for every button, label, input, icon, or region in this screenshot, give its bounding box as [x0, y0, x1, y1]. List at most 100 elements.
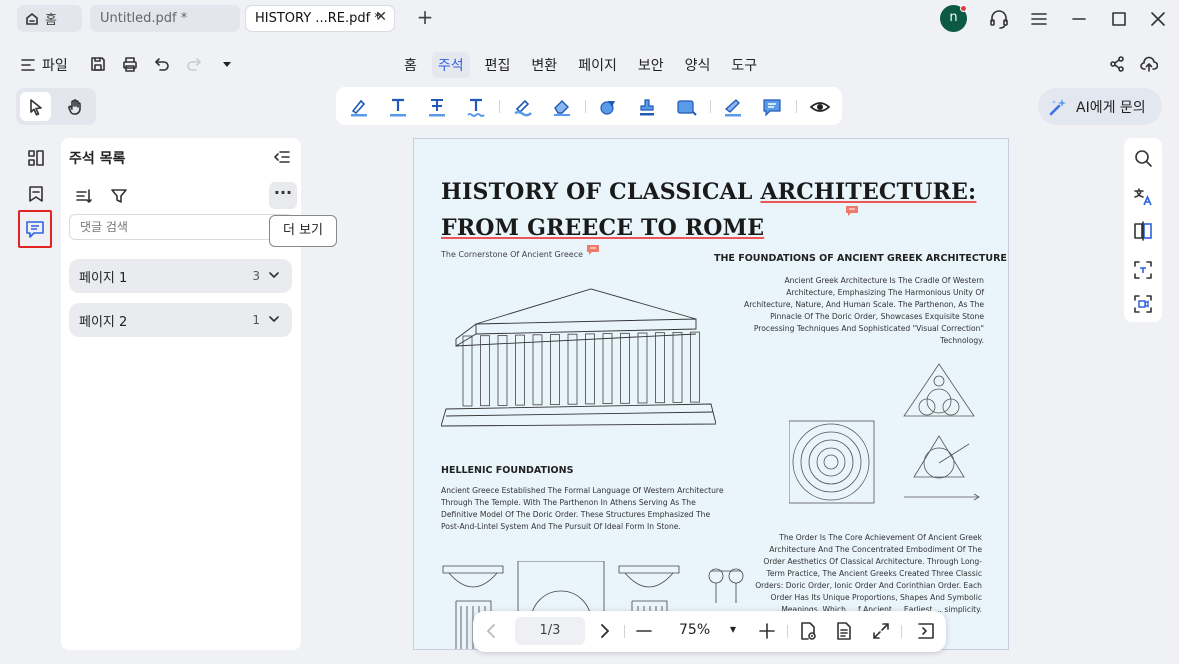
parthenon-column	[602, 333, 613, 404]
hand-icon	[67, 98, 81, 115]
next-page-icon[interactable]	[594, 621, 614, 641]
new-tab-button[interactable]: +	[415, 7, 435, 29]
select-tool-button[interactable]	[20, 92, 51, 121]
comment-marker-icon[interactable]	[586, 244, 600, 256]
text-underline-icon[interactable]	[426, 96, 448, 118]
ask-ai-label: AI에게 문의	[1076, 99, 1146, 116]
ribbon-tab-page[interactable]: 페이지	[572, 52, 623, 78]
search-comments-input[interactable]	[69, 214, 293, 240]
ribbon-tab-annotate[interactable]: 주석	[431, 52, 470, 78]
hamburger-menu-icon[interactable]	[1028, 8, 1050, 30]
compare-documents-icon[interactable]	[1133, 221, 1153, 241]
tab-home-label: 홈	[45, 13, 57, 28]
parthenon-column	[690, 331, 700, 403]
previous-page-icon[interactable]	[482, 621, 502, 641]
highlight-icon[interactable]	[348, 96, 370, 118]
shapes-icon[interactable]	[597, 96, 619, 118]
ribbon-tab-form[interactable]: 양식	[679, 52, 717, 78]
chevron-down-icon	[269, 316, 279, 322]
minimize-icon[interactable]	[1068, 8, 1090, 30]
ocr-scan-icon[interactable]	[1133, 260, 1153, 280]
parthenon-illustration	[441, 288, 716, 427]
attachment-area-icon[interactable]	[675, 96, 697, 118]
nav-divider	[624, 625, 625, 638]
eraser-icon[interactable]	[551, 96, 573, 118]
comment-note-icon[interactable]	[761, 96, 783, 118]
text-strikeout-icon[interactable]	[387, 96, 409, 118]
section-body: Ancient Greece Established The Formal La…	[441, 486, 724, 531]
zoom-out-icon[interactable]	[634, 621, 654, 641]
hand-tool-button[interactable]	[59, 92, 90, 121]
title-part: HISTORY OF CLASSICAL	[441, 179, 761, 205]
ribbon-tab-tools[interactable]: 도구	[725, 52, 763, 78]
text-squiggly-icon[interactable]	[465, 96, 487, 118]
headset-support-icon[interactable]	[988, 8, 1010, 30]
annotation-toolbar	[336, 87, 842, 125]
section-body: Ancient Greek Architecture Is The Cradle…	[744, 276, 984, 345]
tab-home[interactable]: 홈	[17, 5, 82, 32]
comments-panel-button[interactable]	[18, 210, 52, 248]
title-bar: 홈 Untitled.pdf * HISTORY ...RE.pdf * ✕ +…	[0, 0, 1179, 38]
ask-ai-button[interactable]: AI에게 문의	[1038, 88, 1162, 125]
quick-access-dropdown-icon[interactable]	[218, 55, 236, 73]
file-menu-button[interactable]: 파일	[20, 55, 68, 75]
parthenon-column	[585, 333, 595, 405]
maximize-icon[interactable]	[1108, 8, 1130, 30]
right-sidebar-rail	[1124, 138, 1162, 322]
close-tab-icon[interactable]: ✕	[375, 9, 387, 25]
page-group-label: 페이지 2	[79, 314, 128, 330]
document-page[interactable]: HISTORY OF CLASSICAL ARCHITECTURE: FROM …	[413, 138, 1009, 650]
more-options-tooltip: 더 보기	[269, 215, 337, 247]
collapse-navbar-icon[interactable]	[916, 621, 936, 641]
left-sidebar-rail	[17, 138, 54, 250]
zoom-dropdown-icon[interactable]: ▾	[730, 622, 736, 636]
file-menu-label: 파일	[42, 58, 68, 74]
thumbnails-button[interactable]	[17, 140, 54, 176]
page-group-count: 1	[252, 313, 260, 327]
save-icon[interactable]	[89, 55, 107, 73]
close-window-icon[interactable]	[1147, 8, 1169, 30]
parthenon-column	[462, 335, 473, 407]
collapse-panel-icon[interactable]	[273, 148, 291, 166]
parthenon-column	[672, 332, 683, 403]
comment-marker-icon[interactable]	[845, 205, 859, 217]
title-underlined-part: ROME	[684, 215, 765, 241]
ribbon-tab-edit[interactable]: 편집	[479, 52, 517, 78]
document-title: HISTORY OF CLASSICAL ARCHITECTURE: FROM …	[441, 174, 976, 246]
ribbon-tab-home[interactable]: 홈	[398, 52, 423, 78]
zoom-level[interactable]: 75%	[679, 622, 710, 638]
more-options-button[interactable]: ···	[269, 182, 297, 209]
signature-pen-icon[interactable]	[722, 96, 744, 118]
share-icon[interactable]	[1108, 55, 1126, 73]
zoom-in-icon[interactable]	[757, 621, 777, 641]
ai-sparkle-icon	[1049, 98, 1066, 115]
bookmarks-button[interactable]	[17, 176, 54, 212]
print-icon[interactable]	[121, 55, 139, 73]
page-group-count: 3	[252, 269, 260, 283]
ribbon-tab-security[interactable]: 보안	[632, 52, 670, 78]
page-layout-icon[interactable]	[834, 621, 854, 641]
area-highlight-icon[interactable]	[512, 96, 534, 118]
undo-icon[interactable]	[153, 55, 171, 73]
fullscreen-icon[interactable]	[871, 621, 891, 641]
sort-icon[interactable]	[75, 187, 93, 205]
view-mode-icon[interactable]	[798, 621, 818, 641]
chevron-down-icon	[269, 272, 279, 278]
parthenon-column	[637, 332, 648, 404]
parthenon-column	[567, 333, 578, 405]
parthenon-column	[497, 335, 508, 406]
page-number-field[interactable]: 1/3	[515, 617, 585, 645]
ribbon-tab-convert[interactable]: 변환	[525, 52, 563, 78]
page-group-1[interactable]: 페이지 1 3	[69, 259, 292, 293]
tab-history-pdf[interactable]: HISTORY ...RE.pdf * ✕	[245, 5, 395, 32]
screen-record-icon[interactable]	[1133, 294, 1153, 314]
eye-visibility-icon[interactable]	[809, 96, 831, 118]
stamp-icon[interactable]	[636, 96, 658, 118]
translate-icon[interactable]	[1133, 187, 1153, 207]
geometry-diagrams	[789, 363, 980, 504]
search-icon[interactable]	[1133, 148, 1153, 168]
tab-untitled-pdf[interactable]: Untitled.pdf *	[90, 5, 240, 32]
filter-icon[interactable]	[110, 187, 128, 205]
cloud-upload-icon[interactable]	[1140, 55, 1158, 73]
page-group-2[interactable]: 페이지 2 1	[69, 303, 292, 337]
